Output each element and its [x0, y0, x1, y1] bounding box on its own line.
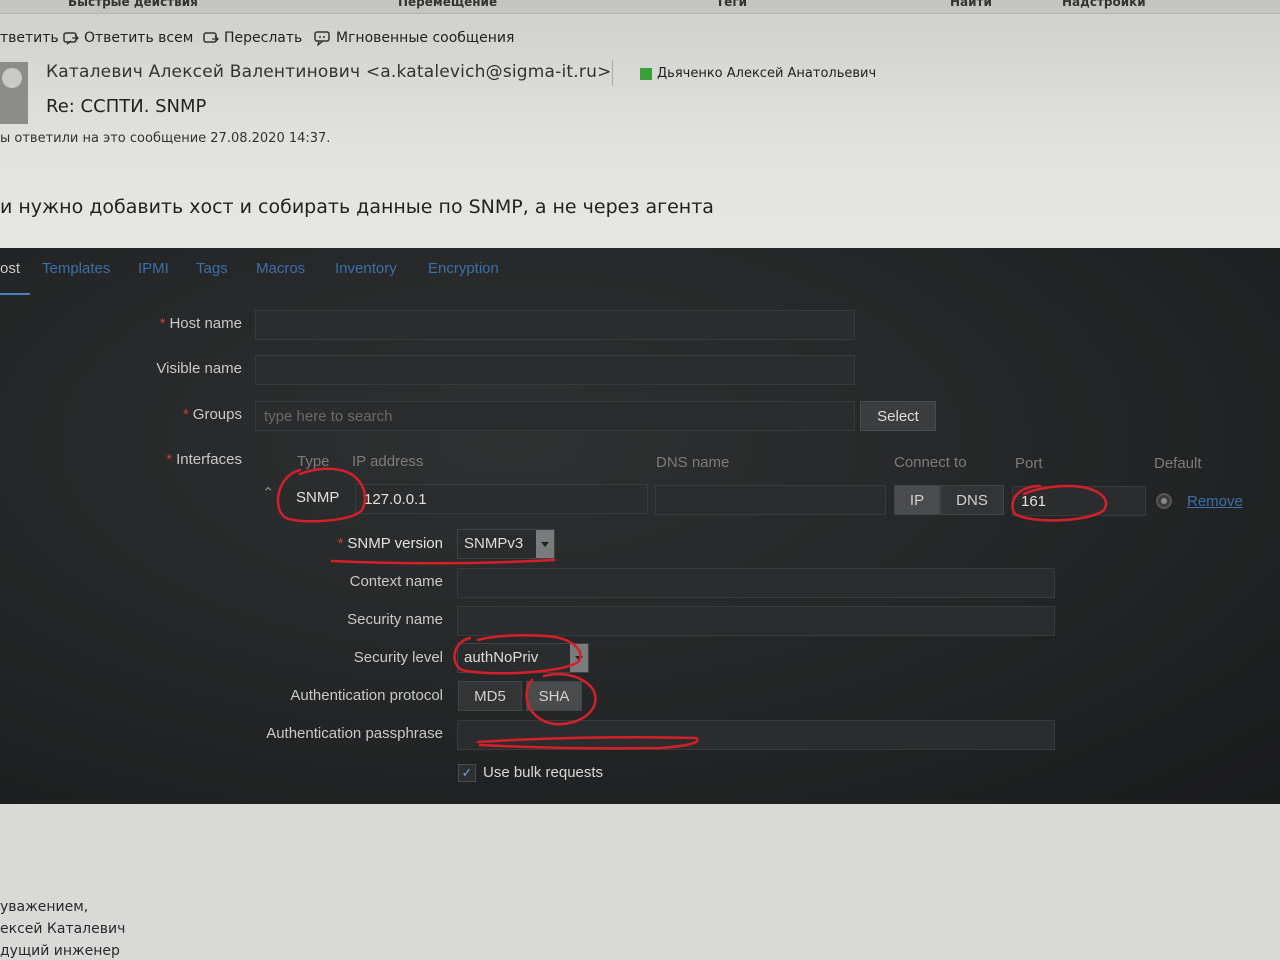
groups-label-text: Groups: [192, 406, 242, 423]
required-mark: *: [166, 451, 173, 468]
default-interface-radio[interactable]: [1156, 493, 1172, 509]
column-connect-to: Connect to: [894, 454, 967, 471]
security-level-select[interactable]: authNoPriv: [457, 643, 589, 673]
host-name-input[interactable]: [255, 310, 855, 340]
auth-md5-toggle[interactable]: MD5: [458, 681, 522, 711]
zabbix-host-form: ost Templates IPMI Tags Macros Inventory…: [0, 248, 1280, 804]
instant-message-label: Мгновенные сообщения: [336, 30, 515, 46]
required-mark: *: [159, 315, 166, 332]
ribbon-group-labels: Быстрые действия Перемещение Теги Найти …: [0, 0, 1280, 14]
presence-icon: [640, 67, 652, 80]
tab-host[interactable]: ost: [0, 260, 20, 277]
reply-label: тветить: [0, 30, 59, 46]
groups-search-input[interactable]: type here to search: [255, 401, 855, 431]
security-name-input[interactable]: [457, 606, 1055, 636]
required-mark: *: [337, 535, 344, 552]
column-dns-name: DNS name: [656, 454, 730, 471]
auth-passphrase-input[interactable]: [457, 720, 1055, 750]
header-divider: [612, 60, 613, 86]
select-groups-button[interactable]: Select: [860, 401, 936, 431]
interfaces-label: * Interfaces: [90, 451, 242, 468]
reply-all-icon: [62, 30, 80, 46]
ribbon-group-quick-steps: Быстрые действия: [68, 0, 198, 9]
reply-all-button[interactable]: Ответить всем: [62, 30, 193, 46]
reply-all-label: Ответить всем: [84, 30, 194, 46]
ribbon-group-tags: Теги: [716, 0, 748, 9]
connect-dns-toggle[interactable]: DNS: [940, 485, 1004, 515]
ip-address-input[interactable]: 127.0.0.1: [355, 484, 648, 514]
host-name-label: * Host name: [90, 315, 242, 332]
snmp-version-label-text: SNMP version: [347, 535, 443, 552]
instant-message-button[interactable]: Мгновенные сообщения: [314, 30, 515, 47]
replied-info: ы ответили на это сообщение 27.08.2020 1…: [0, 131, 331, 146]
connect-ip-toggle[interactable]: IP: [894, 485, 940, 515]
tab-ipmi[interactable]: IPMI: [138, 260, 169, 277]
column-port: Port: [1015, 455, 1043, 472]
forward-icon: [202, 30, 220, 46]
signature-line-1: уважением,: [0, 899, 89, 915]
column-default: Default: [1154, 455, 1202, 472]
forward-button[interactable]: Переслать: [202, 30, 302, 46]
tab-encryption[interactable]: Encryption: [428, 260, 499, 277]
reply-button[interactable]: тветить: [0, 30, 59, 46]
security-name-label: Security name: [347, 611, 443, 628]
bulk-requests-checkbox[interactable]: ✓: [458, 764, 476, 782]
required-mark: *: [182, 406, 189, 423]
chevron-down-icon: [536, 530, 554, 558]
message-subject: Re: ССПТИ. SNMP: [46, 96, 207, 117]
ribbon-group-find: Найти: [950, 0, 992, 9]
auth-sha-toggle[interactable]: SHA: [526, 681, 582, 711]
tab-templates[interactable]: Templates: [42, 260, 110, 277]
sender-avatar: [0, 62, 28, 124]
collapse-arrow-icon[interactable]: ⌃: [262, 484, 275, 502]
port-input[interactable]: 161: [1012, 486, 1146, 516]
visible-name-label: Visible name: [156, 360, 242, 377]
tab-macros[interactable]: Macros: [256, 260, 305, 277]
tab-inventory[interactable]: Inventory: [335, 260, 397, 277]
dns-name-input[interactable]: [655, 485, 886, 515]
sender-address: Каталевич Алексей Валентинович <a.katale…: [46, 62, 612, 82]
active-tab-indicator: [0, 293, 30, 295]
forward-label: Переслать: [224, 30, 303, 46]
snmp-version-value: SNMPv3: [464, 535, 524, 552]
interfaces-label-text: Interfaces: [176, 451, 242, 468]
recipient-name: Дьяченко Алексей Анатольевич: [657, 66, 877, 81]
auth-passphrase-label: Authentication passphrase: [266, 725, 443, 742]
recipient[interactable]: Дьяченко Алексей Анатольевич: [640, 66, 876, 81]
column-ip-address: IP address: [352, 453, 424, 470]
security-level-value: authNoPriv: [464, 649, 539, 666]
interface-type: SNMP: [296, 489, 340, 506]
tab-tags[interactable]: Tags: [196, 260, 228, 277]
message-actions-bar: тветить Ответить всем Переслать Мгновенн…: [0, 26, 1280, 52]
signature-line-2: ексей Каталевич: [0, 921, 126, 937]
host-name-label-text: Host name: [169, 315, 242, 332]
host-tabs: ost Templates IPMI Tags Macros Inventory…: [0, 256, 1280, 295]
annotation-snmp-version-underline: [330, 558, 556, 565]
column-type: Type: [297, 453, 330, 470]
snmp-version-select[interactable]: SNMPv3: [457, 529, 555, 559]
chat-icon: [314, 30, 332, 47]
outlook-message-header: Быстрые действия Перемещение Теги Найти …: [0, 0, 1280, 250]
remove-interface-link[interactable]: Remove: [1187, 493, 1243, 510]
groups-label: * Groups: [90, 406, 242, 423]
auth-protocol-label: Authentication protocol: [290, 687, 443, 704]
ribbon-group-addins: Надстройки: [1062, 0, 1146, 9]
security-level-label: Security level: [353, 649, 443, 666]
snmp-version-label: * SNMP version: [290, 535, 443, 552]
context-name-label: Context name: [349, 573, 443, 590]
visible-name-input[interactable]: [255, 355, 855, 385]
ribbon-group-move: Перемещение: [398, 0, 498, 9]
signature-line-3: дущий инженер: [0, 943, 120, 959]
message-body-line: и нужно добавить хост и собирать данные …: [0, 196, 714, 218]
chevron-down-icon: [570, 644, 588, 672]
bulk-requests-label: Use bulk requests: [483, 764, 604, 781]
context-name-input[interactable]: [457, 568, 1055, 598]
